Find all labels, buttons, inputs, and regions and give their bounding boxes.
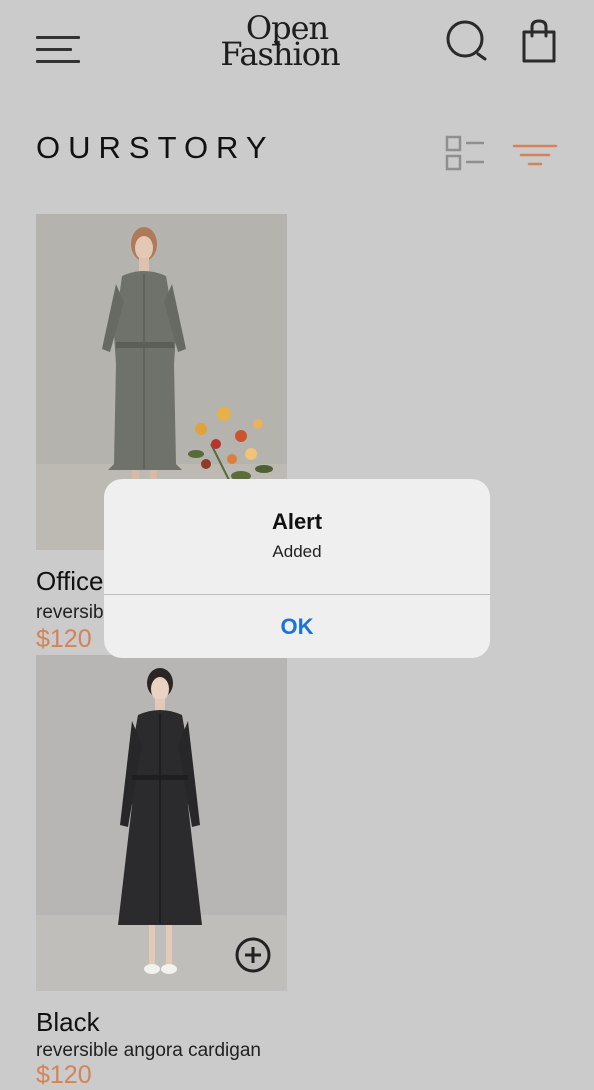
logo-line-2: Fashion — [220, 35, 340, 73]
search-icon[interactable] — [444, 18, 490, 64]
product-price: $120 — [36, 625, 92, 653]
ok-button[interactable]: OK — [104, 595, 490, 658]
product-name: Office — [36, 566, 104, 596]
alert-dialog: Alert Added OK — [104, 479, 490, 658]
list-view-icon[interactable] — [444, 134, 488, 174]
hamburger-menu-icon[interactable] — [34, 32, 82, 68]
filter-icon[interactable] — [512, 142, 558, 170]
app-header: Open Fashion — [0, 0, 594, 100]
product-card[interactable]: Black reversible angora cardigan $120 — [36, 655, 287, 1089]
product-name: Black — [36, 1007, 100, 1037]
alert-message: Added — [272, 542, 322, 561]
plus-circle-icon[interactable] — [235, 937, 271, 973]
product-price: $120 — [36, 1061, 92, 1089]
brand-logo[interactable]: Open Fashion — [200, 12, 360, 80]
alert-title: Alert — [271, 509, 323, 534]
product-description: reversible angora cardigan — [36, 1040, 261, 1061]
section-title: OURSTORY — [36, 130, 275, 165]
shopping-bag-icon[interactable] — [518, 18, 560, 64]
